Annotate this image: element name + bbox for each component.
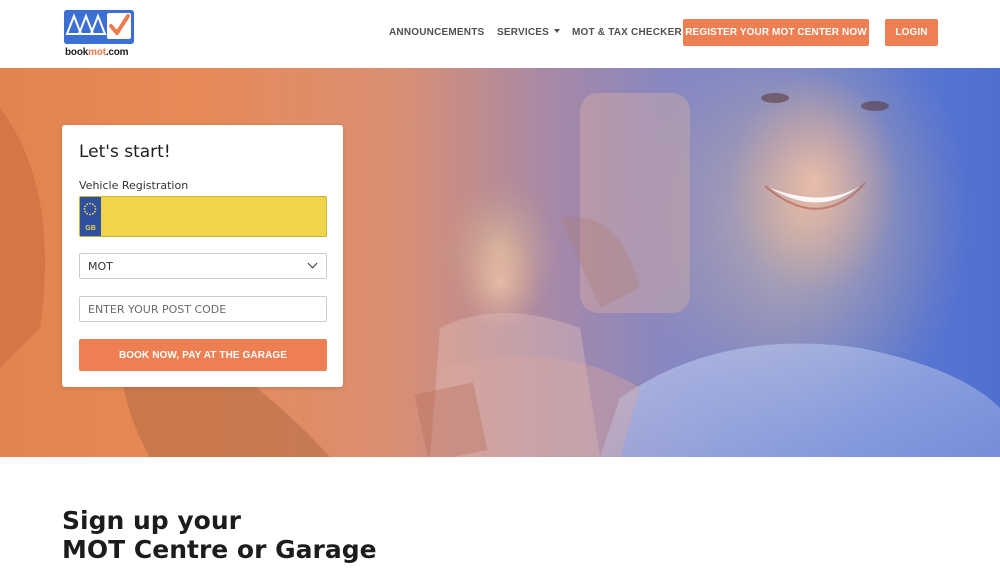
booking-form-card: Let's start! Vehicle Registration GB MOT bbox=[62, 125, 343, 387]
caret-down-icon bbox=[554, 29, 560, 34]
signup-heading: Sign up your MOT Centre or Garage bbox=[62, 506, 377, 564]
service-select-value: MOT bbox=[88, 259, 113, 273]
gb-eu-flag-icon: GB bbox=[80, 197, 101, 236]
nav-mot-tax-checker[interactable]: MOT & TAX CHECKER bbox=[572, 27, 682, 38]
hero-banner: Let's start! Vehicle Registration GB MOT bbox=[0, 68, 1000, 457]
vehicle-registration-input[interactable] bbox=[102, 197, 326, 236]
logo-mark-icon bbox=[64, 10, 134, 44]
form-title: Let's start! bbox=[79, 142, 171, 162]
signup-heading-line1: Sign up your bbox=[62, 506, 241, 535]
chevron-down-icon bbox=[307, 258, 318, 269]
nav-services-dropdown[interactable]: SERVICES bbox=[497, 27, 560, 38]
site-header: bookmot.com ANNOUNCEMENTS SERVICES MOT &… bbox=[0, 0, 1000, 68]
nav-announcements[interactable]: ANNOUNCEMENTS bbox=[389, 27, 484, 38]
login-button[interactable]: LOGIN bbox=[885, 19, 938, 46]
vehicle-registration-plate: GB bbox=[79, 196, 327, 237]
book-now-button[interactable]: BOOK NOW, PAY AT THE GARAGE bbox=[79, 339, 327, 371]
plate-country-code: GB bbox=[85, 225, 96, 232]
register-mot-center-button[interactable]: REGISTER YOUR MOT CENTER NOW bbox=[683, 19, 869, 46]
logo-wordmark: bookmot.com bbox=[65, 47, 129, 58]
service-select[interactable]: MOT bbox=[79, 253, 327, 279]
nav-services-label: SERVICES bbox=[497, 27, 549, 38]
signup-heading-line2: MOT Centre or Garage bbox=[62, 535, 377, 564]
postcode-input[interactable] bbox=[79, 296, 327, 322]
bookmot-logo[interactable]: bookmot.com bbox=[64, 10, 136, 60]
vehicle-registration-label: Vehicle Registration bbox=[79, 179, 189, 192]
